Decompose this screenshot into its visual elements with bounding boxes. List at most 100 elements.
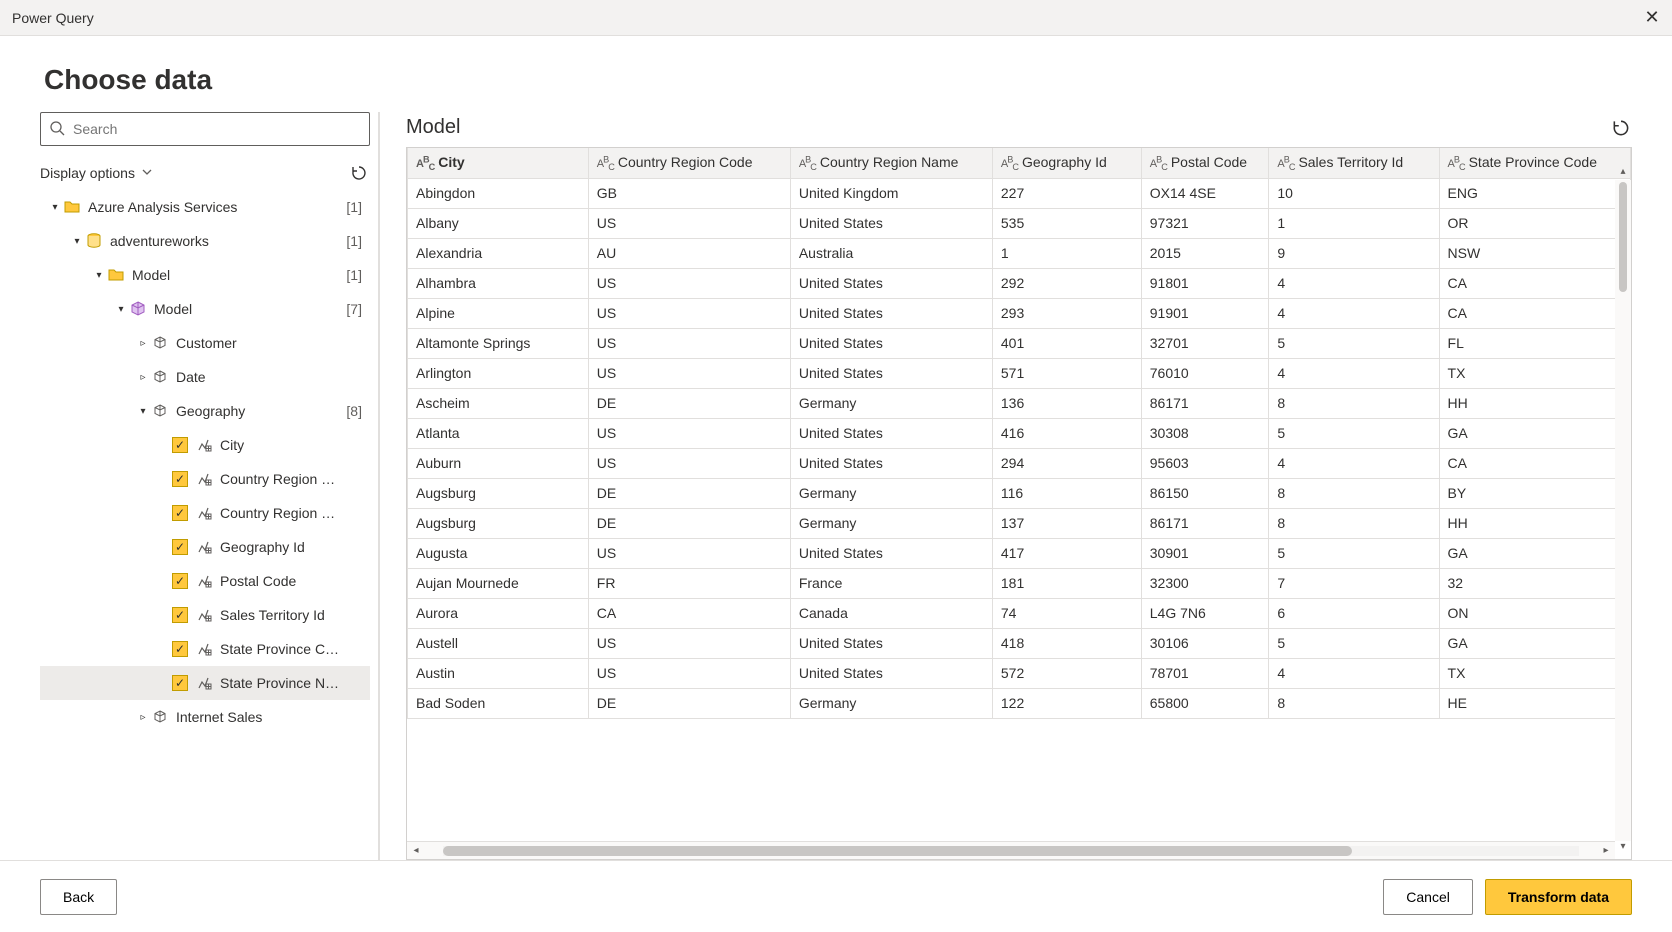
table-cell: 2015 [1141, 238, 1269, 268]
table-cell: GA [1439, 538, 1630, 568]
expander-icon[interactable]: ▾ [92, 270, 106, 281]
dialog-footer: Back Cancel Transform data [0, 860, 1672, 932]
table-cell: 74 [992, 598, 1141, 628]
scroll-down-icon[interactable]: ▾ [1615, 841, 1631, 855]
table-row[interactable]: AlpineUSUnited States293919014CA [408, 298, 1631, 328]
search-input[interactable] [73, 121, 361, 137]
table-row[interactable]: AlexandriaAUAustralia120159NSW [408, 238, 1631, 268]
table-cell: 418 [992, 628, 1141, 658]
table-cell: United States [790, 268, 992, 298]
refresh-preview-button[interactable] [1610, 117, 1632, 139]
checkbox[interactable]: ✓ [172, 505, 188, 521]
back-button[interactable]: Back [40, 879, 117, 915]
column-icon [194, 571, 214, 591]
expander-icon[interactable]: ▾ [114, 304, 128, 315]
table-cell: United States [790, 628, 992, 658]
tree-item-adventureworks[interactable]: ▾adventureworks[1] [40, 224, 370, 258]
tree-item-country-region-[interactable]: ✓Country Region … [40, 462, 370, 496]
expander-icon[interactable]: ▹ [136, 338, 150, 349]
search-input-wrapper[interactable] [40, 112, 370, 146]
tree-item-sales-territory-id[interactable]: ✓Sales Territory Id [40, 598, 370, 632]
tree-item-city[interactable]: ✓City [40, 428, 370, 462]
expander-icon[interactable]: ▹ [136, 712, 150, 723]
table-cell: GA [1439, 418, 1630, 448]
expander-icon[interactable]: ▾ [70, 236, 84, 247]
tree-item-internet-sales[interactable]: ▹ Internet Sales [40, 700, 370, 734]
table-cell: ON [1439, 598, 1630, 628]
tree-item-date[interactable]: ▹Date [40, 360, 370, 394]
checkbox[interactable]: ✓ [172, 539, 188, 555]
scroll-up-icon[interactable]: ▴ [1615, 166, 1631, 180]
column-header[interactable]: ABCCountry Region Code [588, 148, 790, 178]
close-icon[interactable]: ✕ [1644, 10, 1660, 26]
table-row[interactable]: AustellUSUnited States418301065GA [408, 628, 1631, 658]
checkbox[interactable]: ✓ [172, 471, 188, 487]
column-header[interactable]: ABCCity [408, 148, 589, 178]
chevron-down-icon [141, 165, 153, 181]
tree-item-geography[interactable]: ▾Geography[8] [40, 394, 370, 428]
checkbox[interactable]: ✓ [172, 573, 188, 589]
table-cell: 4 [1269, 298, 1439, 328]
table-row[interactable]: Aujan MournedeFRFrance18132300732 [408, 568, 1631, 598]
checkbox[interactable]: ✓ [172, 437, 188, 453]
horizontal-scroll-thumb[interactable] [443, 846, 1352, 856]
table-row[interactable]: AuroraCACanada74L4G 7N66ON [408, 598, 1631, 628]
tree-item-state-province-n-[interactable]: ✓State Province N… [40, 666, 370, 700]
table-row[interactable]: AugustaUSUnited States417309015GA [408, 538, 1631, 568]
table-row[interactable]: AlhambraUSUnited States292918014CA [408, 268, 1631, 298]
checkbox[interactable]: ✓ [172, 607, 188, 623]
checkbox[interactable]: ✓ [172, 641, 188, 657]
display-options-toggle[interactable]: Display options [40, 165, 153, 181]
table-row[interactable]: AuburnUSUnited States294956034CA [408, 448, 1631, 478]
table-row[interactable]: AlbanyUSUnited States535973211OR [408, 208, 1631, 238]
column-header[interactable]: ABCPostal Code [1141, 148, 1269, 178]
table-row[interactable]: AustinUSUnited States572787014TX [408, 658, 1631, 688]
checkbox[interactable]: ✓ [172, 675, 188, 691]
tree-item-model[interactable]: ▾Model[1] [40, 258, 370, 292]
table-cell: Germany [790, 508, 992, 538]
text-type-icon: ABC [597, 158, 614, 170]
column-header[interactable]: ABCState Province Code [1439, 148, 1630, 178]
tree-item-label: Country Region … [220, 505, 370, 521]
vertical-scrollbar[interactable]: ▴ ▾ [1615, 180, 1631, 841]
table-row[interactable]: ArlingtonUSUnited States571760104TX [408, 358, 1631, 388]
column-header[interactable]: ABCGeography Id [992, 148, 1141, 178]
scroll-left-icon[interactable]: ◂ [407, 845, 425, 856]
tree-item-label: Internet Sales [176, 709, 370, 725]
table-cell: 8 [1269, 508, 1439, 538]
tree-item-postal-code[interactable]: ✓Postal Code [40, 564, 370, 598]
refresh-tree-button[interactable] [348, 162, 370, 184]
cancel-button[interactable]: Cancel [1383, 879, 1473, 915]
table-cell: 9 [1269, 238, 1439, 268]
table-row[interactable]: AscheimDEGermany136861718HH [408, 388, 1631, 418]
table-row[interactable]: AbingdonGBUnited Kingdom227OX14 4SE10ENG [408, 178, 1631, 208]
table-cell: DE [588, 478, 790, 508]
table-cell: 571 [992, 358, 1141, 388]
tree-item-geography-id[interactable]: ✓Geography Id [40, 530, 370, 564]
tree-item-model[interactable]: ▾Model[7] [40, 292, 370, 326]
table-row[interactable]: AugsburgDEGermany137861718HH [408, 508, 1631, 538]
table-cell: 1 [1269, 208, 1439, 238]
table-row[interactable]: AugsburgDEGermany116861508BY [408, 478, 1631, 508]
column-header[interactable]: ABCCountry Region Name [790, 148, 992, 178]
tree-item-state-province-c-[interactable]: ✓State Province C… [40, 632, 370, 666]
vertical-scroll-thumb[interactable] [1619, 182, 1627, 292]
expander-icon[interactable]: ▾ [136, 406, 150, 417]
table-cell: 95603 [1141, 448, 1269, 478]
tree-item-customer[interactable]: ▹Customer [40, 326, 370, 360]
expander-icon[interactable]: ▹ [136, 372, 150, 383]
table-row[interactable]: Altamonte SpringsUSUnited States40132701… [408, 328, 1631, 358]
horizontal-scrollbar[interactable]: ◂ ▸ [407, 841, 1615, 859]
column-icon [194, 537, 214, 557]
tree-item-azure-analysis-services[interactable]: ▾Azure Analysis Services[1] [40, 190, 370, 224]
table-cell: 32701 [1141, 328, 1269, 358]
table-cell: United States [790, 298, 992, 328]
table-row[interactable]: AtlantaUSUnited States416303085GA [408, 418, 1631, 448]
expander-icon[interactable]: ▾ [48, 202, 62, 213]
tree-item-country-region-[interactable]: ✓ Country Region … [40, 496, 370, 530]
scroll-right-icon[interactable]: ▸ [1597, 845, 1615, 856]
transform-data-button[interactable]: Transform data [1485, 879, 1632, 915]
column-header[interactable]: ABCSales Territory Id [1269, 148, 1439, 178]
table-row[interactable]: Bad SodenDEGermany122658008HE [408, 688, 1631, 718]
table-cell: Ascheim [408, 388, 589, 418]
